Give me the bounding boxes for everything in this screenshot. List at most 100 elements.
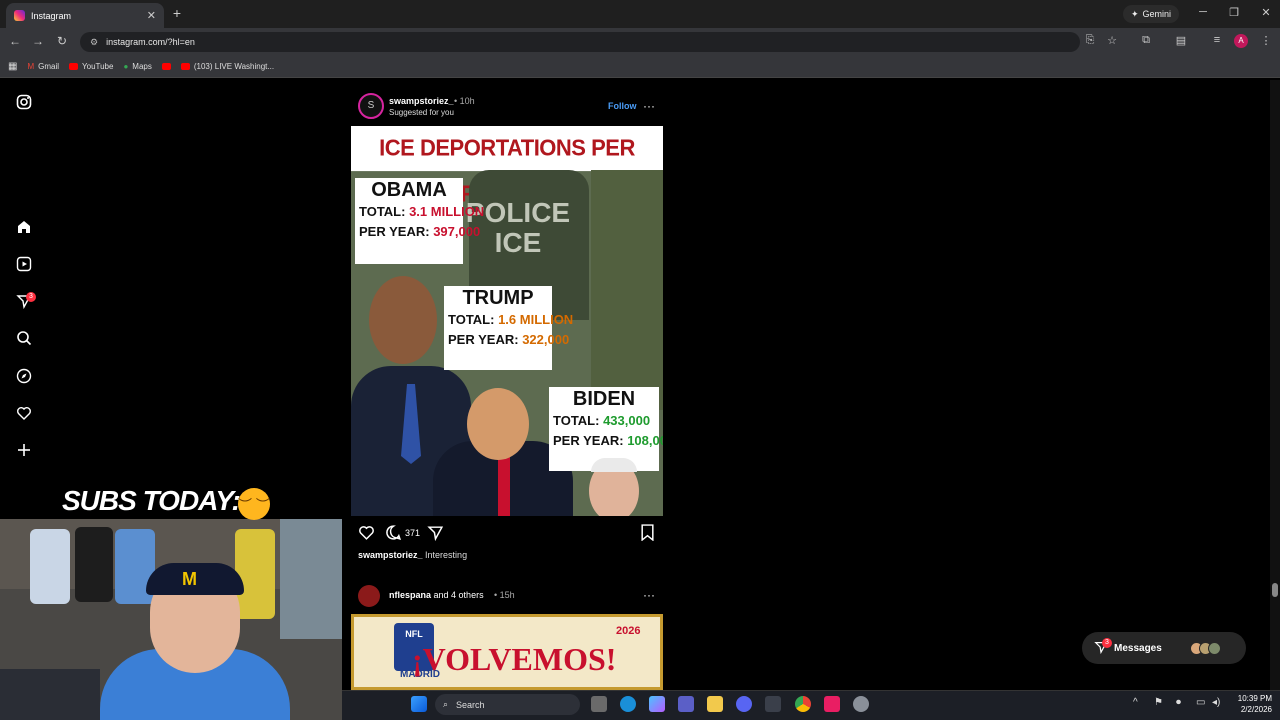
scrollbar-thumb[interactable] bbox=[1272, 583, 1278, 597]
new-tab-button[interactable]: + bbox=[170, 5, 184, 21]
trump-stats-box: TRUMP TOTAL: 1.6 MILLION PER YEAR: 322,0… bbox=[444, 286, 574, 370]
heart-notifications-icon[interactable] bbox=[14, 405, 34, 425]
microphone-icon[interactable]: ⏺ bbox=[1176, 697, 1181, 708]
explore-compass-icon[interactable] bbox=[14, 368, 34, 388]
reels-icon[interactable] bbox=[14, 256, 34, 276]
obama-name: OBAMA bbox=[371, 179, 447, 201]
post-caption: swampstoriez_ Interesting bbox=[358, 550, 467, 560]
app-icon[interactable] bbox=[765, 696, 781, 712]
obama-total: 3.1 MILLION bbox=[409, 204, 485, 219]
webcam-window bbox=[280, 519, 342, 639]
side-panel-icon[interactable]: ▤ bbox=[1173, 34, 1189, 47]
save-bookmark-icon[interactable] bbox=[640, 524, 655, 546]
caption-username[interactable]: swampstoriez_ bbox=[358, 550, 423, 560]
tab-instagram[interactable]: Instagram ✕ bbox=[6, 3, 164, 28]
post2-username-row[interactable]: nflespana and 4 others bbox=[389, 590, 484, 600]
comments-count[interactable]: 371 bbox=[405, 528, 420, 538]
trump-name: TRUMP bbox=[462, 287, 534, 309]
obama-face bbox=[369, 276, 437, 364]
year-label: 2026 bbox=[616, 625, 641, 637]
back-icon[interactable]: ← bbox=[7, 34, 23, 48]
windows-start-icon[interactable] bbox=[411, 696, 427, 712]
post2-timestamp: • 15h bbox=[494, 590, 515, 600]
chrome-icon[interactable] bbox=[795, 696, 811, 712]
trump-per-year: 322,000 bbox=[522, 332, 570, 347]
contact-avatar bbox=[1207, 641, 1221, 655]
post-image[interactable]: ICE DEPORTATIONS PER PRESIDENT POLICE IC… bbox=[351, 126, 663, 516]
bookmark-youtube[interactable]: YouTube bbox=[69, 62, 113, 71]
volume-icon[interactable]: ◂) bbox=[1212, 697, 1220, 708]
page-scrollbar[interactable] bbox=[1270, 80, 1280, 690]
bookmark-live-washington[interactable]: (103) LIVE Washingt... bbox=[180, 62, 274, 71]
biden-per-year-row: PER YEAR: 108,000 bbox=[549, 431, 663, 451]
post-username[interactable]: swampstoriez_ bbox=[389, 96, 454, 106]
close-tab-icon[interactable]: ✕ bbox=[147, 9, 156, 22]
tray-app-icon[interactable]: ⚑ bbox=[1154, 697, 1163, 708]
url-text: instagram.com/?hl=en bbox=[106, 37, 195, 47]
search-icon[interactable] bbox=[14, 330, 34, 350]
task-view-icon[interactable] bbox=[591, 696, 607, 712]
tray-chevron-icon[interactable]: ^ bbox=[1133, 697, 1138, 708]
profile-avatar[interactable]: A bbox=[1234, 34, 1248, 48]
volvemos-headline: ¡VOLVEMOS! bbox=[412, 641, 617, 677]
post2-others[interactable]: and 4 others bbox=[434, 590, 484, 600]
trump-per-year-row: PER YEAR: 322,000 bbox=[448, 332, 570, 347]
follow-button[interactable]: Follow bbox=[608, 101, 637, 111]
create-plus-icon[interactable] bbox=[14, 442, 34, 462]
gemini-button[interactable]: ✦ Gemini bbox=[1123, 5, 1180, 23]
webcam-chair bbox=[0, 669, 100, 720]
post-author-avatar[interactable]: S bbox=[358, 93, 384, 119]
settings-gear-icon[interactable] bbox=[853, 696, 869, 712]
post2-author-avatar[interactable] bbox=[358, 585, 380, 607]
clock-date: 2/2/2026 bbox=[1240, 705, 1272, 714]
post2-more-options-icon[interactable]: ··· bbox=[643, 588, 655, 602]
home-icon[interactable] bbox=[14, 219, 34, 239]
biden-hair bbox=[591, 458, 637, 472]
file-explorer-icon[interactable] bbox=[707, 696, 723, 712]
biden-name: BIDEN bbox=[572, 388, 636, 410]
bookmark-youtube-2[interactable] bbox=[161, 63, 171, 70]
comment-icon[interactable] bbox=[385, 524, 402, 546]
messages-button[interactable]: Messages bbox=[1082, 632, 1246, 664]
youtube-icon bbox=[161, 63, 171, 70]
post-more-options-icon[interactable]: ··· bbox=[643, 99, 655, 113]
window-close-icon[interactable]: ✕ bbox=[1256, 6, 1276, 19]
extensions-icon[interactable]: ⧉ bbox=[1138, 34, 1154, 47]
sad-face-emoji-icon: ︶ ︶ bbox=[238, 488, 270, 520]
messages-badge: 3 bbox=[1102, 638, 1112, 648]
install-app-icon[interactable]: ⎘ bbox=[1082, 34, 1098, 47]
obama-stats-box: OBAMA TOTAL: 3.1 MILLION PER YEAR: 397,0… bbox=[355, 178, 484, 264]
taskbar-clock[interactable]: 10:39 PM 2/2/2026 bbox=[1228, 693, 1272, 715]
trump-tie bbox=[498, 451, 510, 516]
site-info-icon[interactable]: ⚙ bbox=[90, 37, 98, 48]
like-heart-icon[interactable] bbox=[358, 524, 375, 546]
apps-grid-icon[interactable]: ▦ bbox=[8, 61, 17, 72]
bookmark-maps[interactable]: ● Maps bbox=[123, 62, 151, 71]
restore-icon[interactable]: ❐ bbox=[1224, 6, 1244, 19]
network-icon[interactable]: ▭ bbox=[1196, 697, 1205, 708]
trump-total-row: TOTAL: 1.6 MILLION bbox=[448, 312, 574, 327]
biden-total: 433,000 bbox=[603, 413, 651, 428]
post2-username[interactable]: nflespana bbox=[389, 590, 431, 600]
teams-icon[interactable] bbox=[678, 696, 694, 712]
post2-image[interactable]: NFL MADRID ¡VOLVEMOS! 2026 bbox=[351, 614, 663, 690]
reload-icon[interactable]: ↻ bbox=[54, 34, 70, 48]
discord-icon[interactable] bbox=[736, 696, 752, 712]
taskbar-search[interactable]: ⌕ Search bbox=[435, 694, 580, 715]
obama-per-year-row: PER YEAR: 397,000 bbox=[359, 224, 481, 239]
tiktok-icon[interactable] bbox=[824, 696, 840, 712]
chrome-menu-icon[interactable]: ⋮ bbox=[1258, 34, 1274, 47]
media-icon[interactable]: ≡ bbox=[1209, 34, 1225, 46]
share-icon[interactable] bbox=[427, 524, 444, 546]
trump-total: 1.6 MILLION bbox=[498, 312, 574, 327]
address-bar[interactable]: ⚙ instagram.com/?hl=en bbox=[80, 32, 1080, 52]
bookmark-gmail[interactable]: M Gmail bbox=[27, 62, 59, 71]
gmail-icon: M bbox=[27, 62, 35, 71]
forward-icon[interactable]: → bbox=[30, 34, 46, 48]
minimize-icon[interactable]: ─ bbox=[1193, 6, 1213, 18]
bookmark-star-icon[interactable]: ☆ bbox=[1104, 34, 1120, 47]
decoration-yellow bbox=[235, 529, 275, 619]
instagram-logo-icon[interactable] bbox=[14, 94, 34, 114]
edge-icon[interactable] bbox=[620, 696, 636, 712]
copilot-icon[interactable] bbox=[649, 696, 665, 712]
